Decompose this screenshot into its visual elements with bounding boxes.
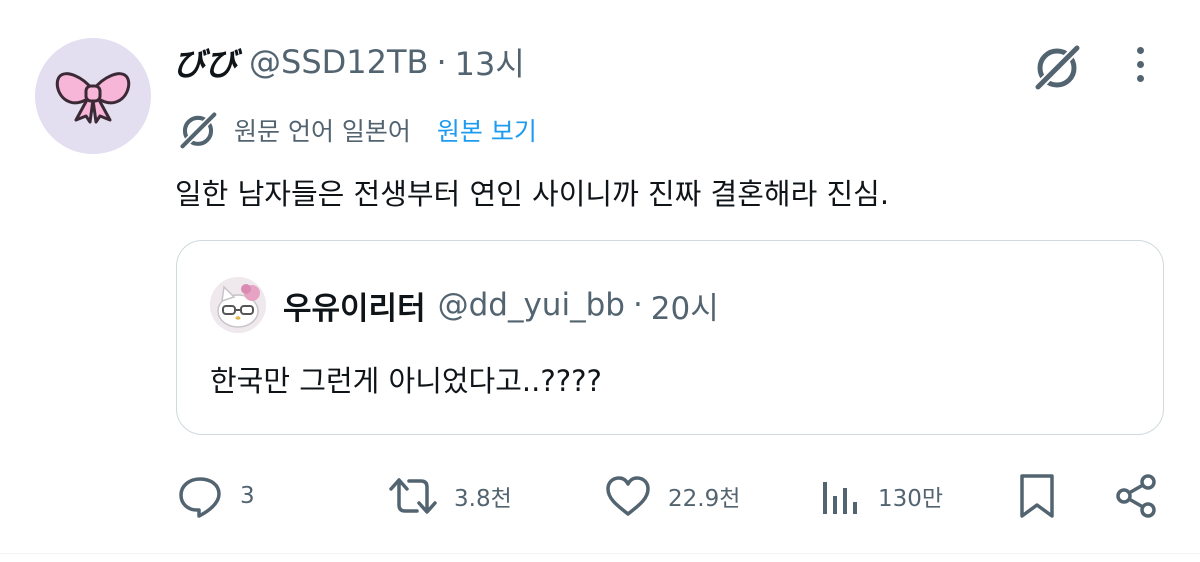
repost-icon	[389, 478, 437, 514]
original-language-label: 원문 언어 일본어	[234, 117, 411, 146]
repost-button[interactable]: 3.8천	[388, 460, 512, 532]
views-button[interactable]: 130만	[818, 460, 943, 532]
more-icon[interactable]	[1120, 44, 1160, 84]
author-handle[interactable]: @SSD12TB	[249, 43, 428, 81]
reply-icon	[179, 477, 221, 518]
grok-icon[interactable]	[1030, 40, 1084, 94]
share-icon	[1116, 474, 1156, 518]
translation-row: 원문 언어 일본어 원본 보기	[176, 108, 537, 152]
quoted-header: 우유이리터 @dd_yui_bb · 20시	[283, 283, 719, 327]
like-count: 22.9천	[668, 486, 741, 512]
quoted-tweet[interactable]: 우유이리터 @dd_yui_bb · 20시 한국만 그런게 아니었다고..??…	[176, 240, 1164, 435]
grok-translate-icon	[179, 111, 217, 150]
quoted-author-handle[interactable]: @dd_yui_bb	[438, 287, 625, 323]
action-bar: 3 3.8천 22.9천 130만	[0, 460, 1200, 532]
quoted-timestamp[interactable]: 20시	[651, 283, 719, 328]
author-avatar[interactable]	[35, 38, 151, 154]
quoted-text: 한국만 그런게 아니었다고..????	[210, 364, 602, 398]
separator-dot: ·	[436, 43, 447, 81]
kitty-avatar-icon	[210, 277, 266, 333]
share-button[interactable]	[1112, 460, 1160, 532]
tweet-text: 일한 남자들은 전생부터 연인 사이니까 진짜 결혼해라 진심.	[175, 177, 890, 211]
bookmark-button[interactable]	[1016, 460, 1058, 532]
views-icon	[823, 482, 857, 514]
repost-count: 3.8천	[454, 486, 512, 512]
tweet-header: びび @SSD12TB · 13시	[173, 39, 525, 85]
quoted-author-name[interactable]: 우유이리터	[283, 283, 426, 328]
bookmark-icon	[1020, 474, 1054, 518]
divider	[0, 553, 1200, 554]
quoted-author-avatar[interactable]	[210, 277, 266, 333]
author-name[interactable]: びび	[173, 39, 237, 85]
tweet-timestamp[interactable]: 13시	[455, 39, 525, 85]
heart-icon	[606, 476, 650, 516]
bow-icon	[55, 72, 131, 124]
like-button[interactable]: 22.9천	[604, 460, 740, 532]
quoted-separator-dot: ·	[632, 287, 643, 323]
view-original-link[interactable]: 원본 보기	[437, 112, 537, 148]
view-count: 130만	[878, 486, 944, 512]
reply-button[interactable]: 3	[176, 460, 255, 532]
reply-count: 3	[240, 483, 255, 509]
